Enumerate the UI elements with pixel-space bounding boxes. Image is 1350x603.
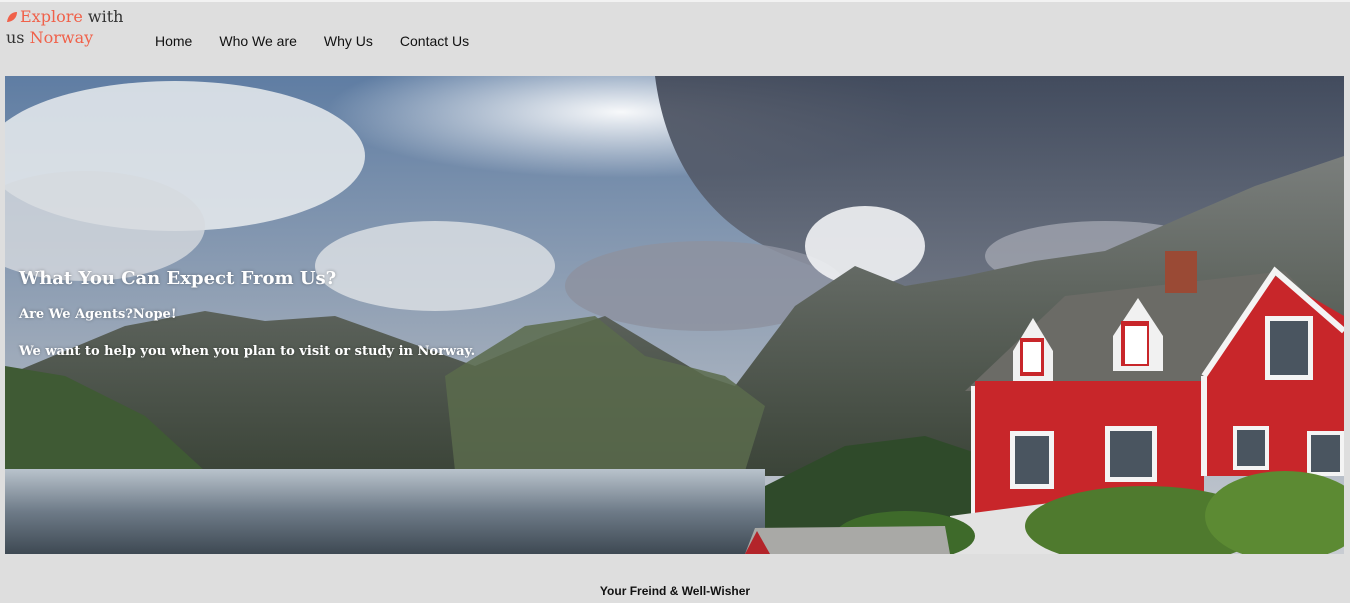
nav-home[interactable]: Home: [155, 33, 192, 49]
hero-text-block: What You Can Expect From Us? Are We Agen…: [19, 268, 475, 359]
main-nav: Home Who We are Why Us Contact Us: [155, 33, 496, 49]
hero-banner: What You Can Expect From Us? Are We Agen…: [5, 76, 1344, 554]
logo-word-explore: Explore: [20, 7, 83, 26]
logo-word-with: with: [82, 7, 124, 26]
nav-contact-us[interactable]: Contact Us: [400, 33, 469, 49]
hero-body-text: We want to help you when you plan to vis…: [19, 344, 476, 359]
logo-word-norway: Norway: [29, 28, 94, 47]
nav-who-we-are[interactable]: Who We are: [219, 33, 297, 49]
logo-word-us: us: [6, 28, 30, 47]
hero-subtitle: Are We Agents?Nope!: [19, 307, 177, 322]
leaf-icon: [7, 12, 17, 22]
site-logo[interactable]: Explore with us Norway: [6, 6, 126, 48]
nav-why-us[interactable]: Why Us: [324, 33, 373, 49]
footer-tagline: Your Freind & Well-Wisher: [599, 584, 751, 598]
hero-title: What You Can Expect From Us?: [19, 268, 337, 289]
